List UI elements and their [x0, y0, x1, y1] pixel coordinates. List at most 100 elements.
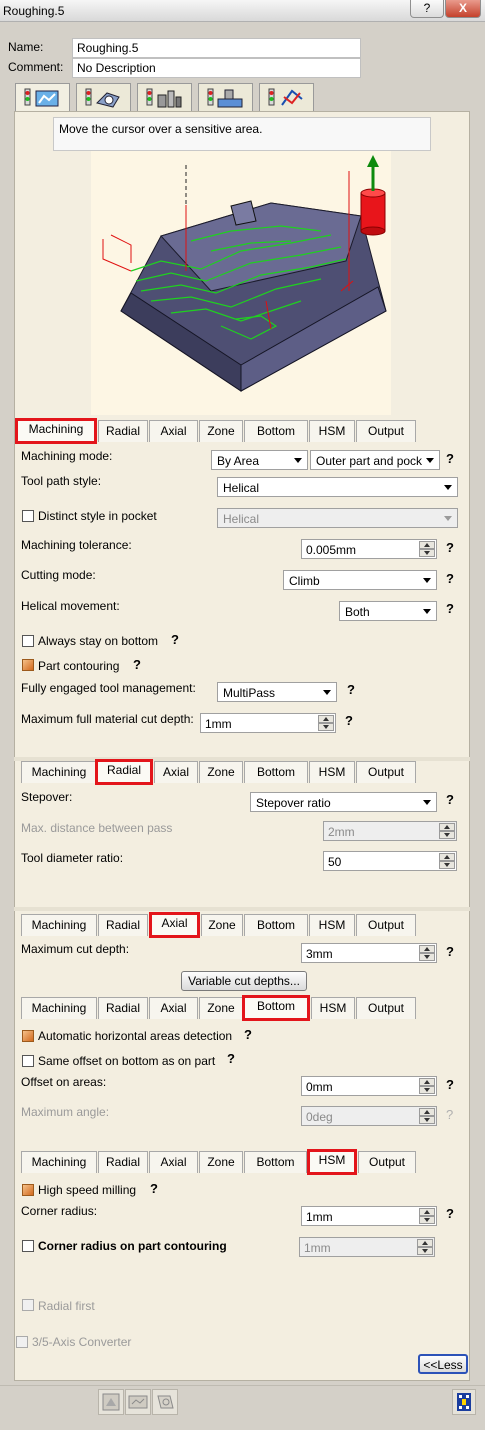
- tab-axial[interactable]: Axial: [149, 997, 198, 1019]
- max-full-cut-label: Maximum full material cut depth:: [21, 712, 194, 726]
- close-button[interactable]: X: [445, 0, 481, 18]
- tab-bottom[interactable]: Bottom: [244, 1151, 307, 1173]
- tab-axial[interactable]: Axial: [154, 761, 198, 783]
- toolpath-style-select[interactable]: Helical: [217, 477, 458, 497]
- tab-zone[interactable]: Zone: [201, 914, 243, 936]
- tab-machining[interactable]: Machining: [21, 914, 97, 936]
- max-distance-input[interactable]: 2mm: [323, 821, 457, 841]
- same-offset-checkbox[interactable]: [22, 1055, 34, 1067]
- tab-radial[interactable]: Radial: [98, 420, 148, 442]
- radial-first-label: Radial first: [38, 1299, 95, 1313]
- tab-axial[interactable]: Axial: [149, 1151, 198, 1173]
- tab-geometry[interactable]: [76, 83, 131, 112]
- help-icon[interactable]: ?: [446, 944, 454, 959]
- help-icon[interactable]: ?: [347, 682, 355, 697]
- help-icon[interactable]: ?: [227, 1051, 235, 1066]
- help-icon[interactable]: ?: [133, 657, 141, 672]
- tool-replay-icon: [102, 1393, 120, 1411]
- stepover-select[interactable]: Stepover ratio: [250, 792, 437, 812]
- title-bar: Roughing.5 ? X: [0, 0, 485, 22]
- auto-horizontal-checkbox[interactable]: [22, 1030, 34, 1042]
- distinct-style-select[interactable]: Helical: [217, 508, 458, 528]
- tab-hsm[interactable]: HSM: [307, 1149, 357, 1175]
- tab-radial[interactable]: Radial: [98, 1151, 148, 1173]
- tab-radial[interactable]: Radial: [98, 997, 148, 1019]
- max-cut-depth-input[interactable]: 3mm: [301, 943, 437, 963]
- replay-button[interactable]: [98, 1389, 124, 1415]
- high-speed-milling-checkbox[interactable]: [22, 1184, 34, 1196]
- help-icon[interactable]: ?: [150, 1181, 158, 1196]
- corner-radius-input[interactable]: 1mm: [301, 1206, 437, 1226]
- tab-bottom[interactable]: Bottom: [244, 761, 308, 783]
- tab-output[interactable]: Output: [356, 914, 416, 936]
- name-field[interactable]: Roughing.5: [72, 38, 361, 58]
- comment-label: Comment:: [8, 60, 64, 74]
- helical-movement-select[interactable]: Both: [339, 601, 437, 621]
- tab-bottom[interactable]: Bottom: [244, 914, 308, 936]
- help-icon[interactable]: ?: [446, 571, 454, 586]
- distinct-style-checkbox[interactable]: [22, 510, 34, 522]
- tab-bottom[interactable]: Bottom: [244, 420, 308, 442]
- tab-output[interactable]: Output: [356, 997, 416, 1019]
- preview-button[interactable]: [152, 1389, 178, 1415]
- tab-feeds-speeds[interactable]: [198, 83, 253, 112]
- corner-contouring-checkbox[interactable]: [22, 1240, 34, 1252]
- tab-machining[interactable]: Machining: [21, 761, 97, 783]
- corner-contouring-input[interactable]: 1mm: [299, 1237, 435, 1257]
- help-icon[interactable]: ?: [446, 792, 454, 807]
- tab-machining[interactable]: Machining: [21, 1151, 97, 1173]
- tab-hsm[interactable]: HSM: [309, 761, 355, 783]
- machining-mode-select[interactable]: By Area: [211, 450, 308, 470]
- less-button[interactable]: <<Less: [418, 1354, 468, 1374]
- help-icon[interactable]: ?: [446, 1107, 453, 1122]
- simulation-button[interactable]: [125, 1389, 151, 1415]
- tab-radial[interactable]: Radial: [98, 914, 148, 936]
- tab-radial[interactable]: Radial: [95, 759, 153, 785]
- tab-output[interactable]: Output: [356, 761, 416, 783]
- info-message: Move the cursor over a sensitive area.: [53, 117, 431, 151]
- stepover-label: Stepover:: [21, 790, 73, 804]
- tab-zone[interactable]: Zone: [199, 420, 243, 442]
- radial-first-checkbox[interactable]: [22, 1299, 34, 1311]
- offset-areas-input[interactable]: 0mm: [301, 1076, 437, 1096]
- help-icon[interactable]: ?: [171, 632, 179, 647]
- tab-bottom[interactable]: Bottom: [242, 995, 310, 1021]
- tab-zone[interactable]: Zone: [199, 997, 243, 1019]
- tab-hsm[interactable]: HSM: [311, 997, 355, 1019]
- cutting-mode-select[interactable]: Climb: [283, 570, 437, 590]
- help-icon[interactable]: ?: [446, 451, 454, 466]
- machining-area-select[interactable]: Outer part and pock: [310, 450, 440, 470]
- tab-zone[interactable]: Zone: [199, 761, 243, 783]
- help-icon[interactable]: ?: [446, 601, 454, 616]
- help-icon[interactable]: ?: [244, 1027, 252, 1042]
- machining-tolerance-input[interactable]: 0.005mm: [301, 539, 437, 559]
- tool-diameter-ratio-input[interactable]: 50: [323, 851, 457, 871]
- help-icon[interactable]: ?: [446, 540, 454, 555]
- max-full-cut-input[interactable]: 1mm: [200, 713, 336, 733]
- tab-tool[interactable]: [137, 83, 192, 112]
- part-contouring-checkbox[interactable]: [22, 659, 34, 671]
- tab-axial[interactable]: Axial: [149, 420, 198, 442]
- tab-output[interactable]: Output: [356, 420, 416, 442]
- engaged-tool-select[interactable]: MultiPass: [217, 682, 337, 702]
- max-angle-input[interactable]: 0deg: [301, 1106, 437, 1126]
- converter-checkbox[interactable]: [16, 1336, 28, 1348]
- always-bottom-checkbox[interactable]: [22, 635, 34, 647]
- tab-hsm[interactable]: HSM: [309, 914, 355, 936]
- video-button[interactable]: [452, 1389, 476, 1415]
- tab-machining[interactable]: Machining: [21, 997, 97, 1019]
- tab-strategy[interactable]: [15, 83, 70, 113]
- tab-output[interactable]: Output: [358, 1151, 416, 1173]
- comment-field[interactable]: No Description: [72, 58, 361, 78]
- toolpath-illustration[interactable]: [91, 151, 391, 415]
- tab-hsm[interactable]: HSM: [309, 420, 355, 442]
- help-button[interactable]: ?: [410, 0, 444, 18]
- tab-axial[interactable]: Axial: [149, 912, 200, 938]
- help-icon[interactable]: ?: [345, 713, 353, 728]
- tab-macros[interactable]: [259, 83, 314, 112]
- help-icon[interactable]: ?: [446, 1077, 454, 1092]
- variable-cut-depths-button[interactable]: Variable cut depths...: [181, 971, 307, 991]
- help-icon[interactable]: ?: [446, 1206, 454, 1221]
- tab-zone[interactable]: Zone: [199, 1151, 243, 1173]
- tab-machining[interactable]: Machining: [15, 418, 97, 444]
